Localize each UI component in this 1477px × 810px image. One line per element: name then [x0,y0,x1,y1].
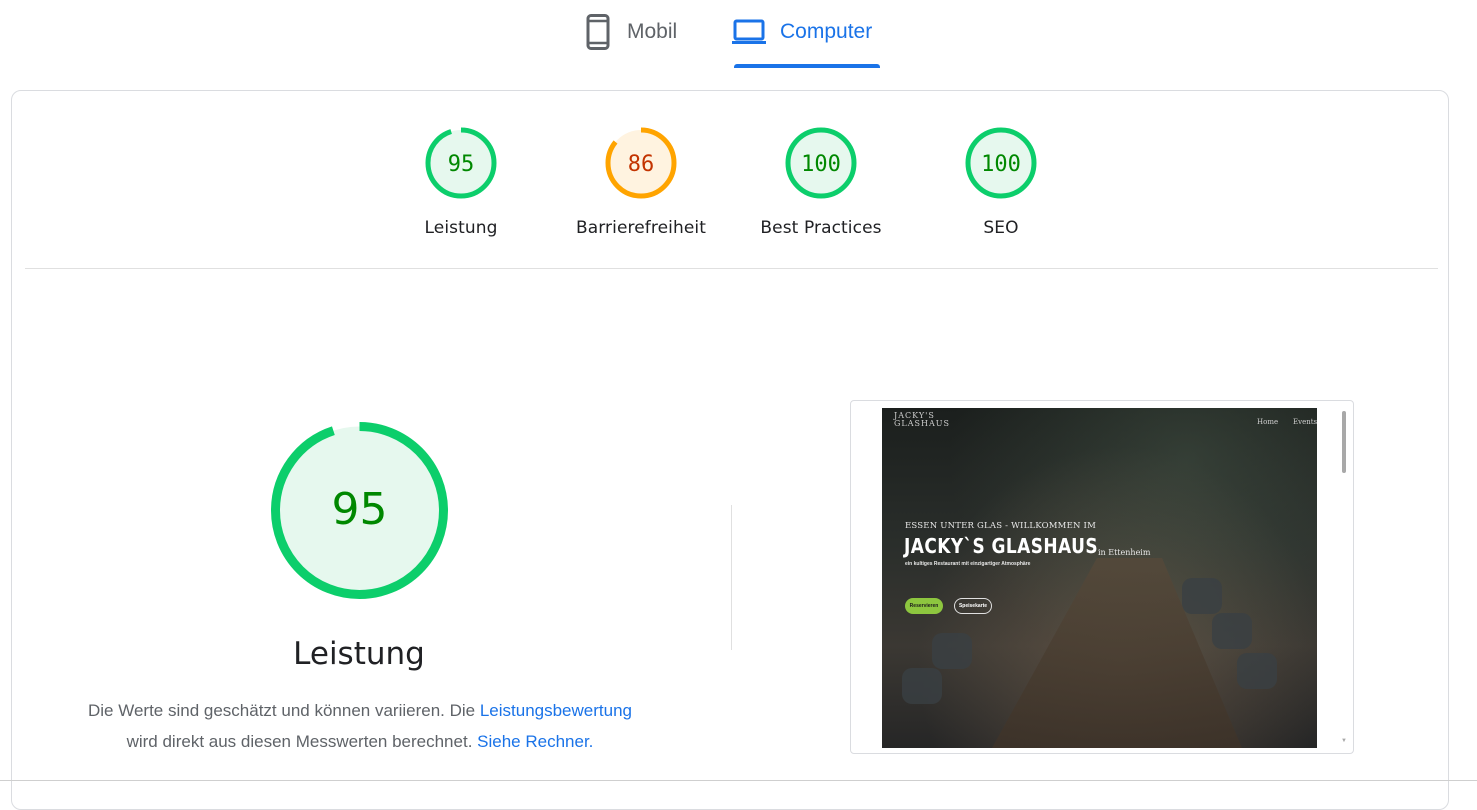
tab-computer-label: Computer [780,20,873,43]
gauge-value: 86 [628,152,655,177]
preview-menu-button: Speisekarte [954,598,992,614]
site-logo: JACKY'S GLASHAUS [894,412,950,428]
gauge-seo[interactable]: 100 SEO [911,126,1091,238]
score-description: Die Werte sind geschätzt und können vari… [62,695,658,757]
gauge-leistung[interactable]: 95 Leistung [371,126,551,238]
report-card: 95 Leistung 86 Barrierefreiheit 100 Best… [11,90,1449,810]
section-divider [25,268,1438,269]
leistungsbewertung-link[interactable]: Leistungsbewertung [480,701,632,720]
gauge-label: Best Practices [760,218,882,238]
preview-hero-title: JACKY`S GLASHAUS [904,534,1098,558]
preview-nav-home: Home [1257,418,1279,426]
preview-tagline: ein kultiges Restaurant mit einzigartige… [905,561,1031,567]
scroll-down-arrow-icon: ▼ [1341,738,1347,744]
gauge-value: 100 [801,152,841,177]
gauge-value: 95 [448,152,475,177]
score-ring: 100 [965,127,1037,199]
preview-eyebrow: ESSEN UNTER GLAS - WILLKOMMEN IM [905,521,1096,531]
active-tab-indicator [734,64,880,68]
gauge-best-practices[interactable]: 100 Best Practices [731,126,911,238]
gauge-barrierefreiheit[interactable]: 86 Barrierefreiheit [551,126,731,238]
gauge-label: SEO [983,218,1019,238]
tab-mobile-label: Mobil [627,20,678,43]
desc-text-2: wird direkt aus diesen Messwerten berech… [126,732,473,751]
tab-mobile[interactable]: Mobil [583,12,677,68]
gauge-label: Barrierefreiheit [575,218,707,238]
final-screenshot: JACKY'S GLASHAUS Home Events ESSEN UNTER… [850,400,1354,754]
desc-text-1: Die Werte sind geschätzt und können vari… [87,701,480,720]
preview-scrollbar [1342,411,1346,473]
laptop-icon [732,12,766,52]
vertical-divider [731,505,732,650]
score-ring: 100 [785,127,857,199]
score-gauges: 95 Leistung 86 Barrierefreiheit 100 Best… [12,91,1448,269]
main-score-value: 95 [332,484,388,535]
gauge-label: Leistung [424,218,498,238]
tab-computer[interactable]: Computer [732,12,872,68]
logo-line-2: GLASHAUS [894,419,950,428]
gauge-value: 100 [981,152,1021,177]
preview-hero-subtitle: in Ettenheim [1098,548,1151,557]
main-category-title: Leistung [293,636,425,672]
preview-nav-events: Events [1293,418,1317,426]
score-ring: 95 [425,127,497,199]
main-score-gauge: 95 [268,419,451,602]
window-bottom-border [0,780,1477,781]
main-score-ring: 95 [271,422,448,599]
score-ring: 86 [605,127,677,199]
page-preview-image: JACKY'S GLASHAUS Home Events ESSEN UNTER… [882,408,1317,748]
smartphone-icon [583,12,613,52]
device-tabs: Mobil Computer [0,0,1477,70]
preview-reserve-button: Reservieren [905,598,943,614]
siehe-rechner-link[interactable]: Siehe Rechner. [477,732,593,751]
